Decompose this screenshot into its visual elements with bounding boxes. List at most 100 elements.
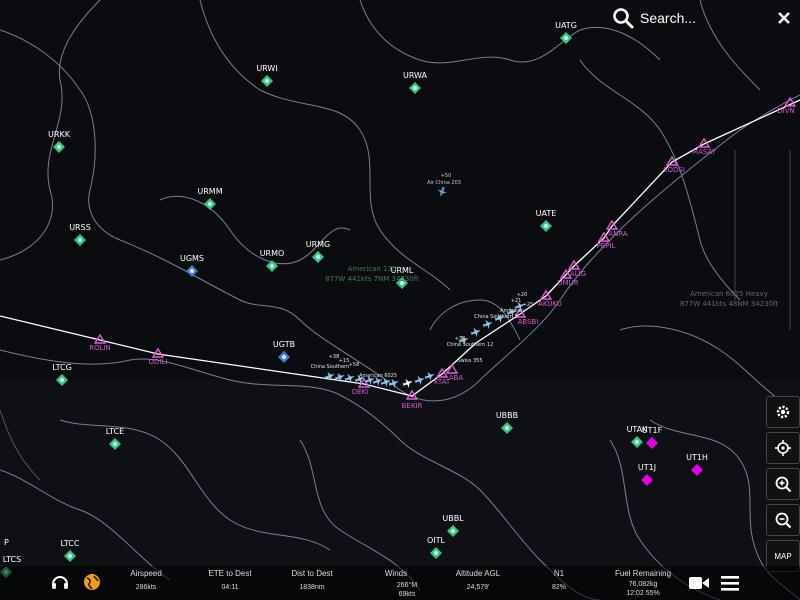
- map-button-label: MAP: [774, 551, 792, 561]
- airport-label: URWI: [256, 64, 277, 73]
- crosshair-icon: [775, 440, 791, 456]
- waypoint-label: BEKIR: [402, 402, 423, 410]
- traffic-label: China Southern: [311, 364, 350, 370]
- waypoint-label: AKUKU: [538, 300, 562, 308]
- traffic-callsign: American 135: [348, 265, 397, 273]
- edge-waypoint-label: P: [4, 538, 9, 547]
- airport-center-dot: [543, 223, 549, 229]
- airport-label: URSS: [69, 223, 91, 232]
- traffic-label: +21: [511, 298, 522, 304]
- traffic-label: China Southern 1: [474, 314, 517, 320]
- stat-dist: Dist to Dest 1838nm: [284, 569, 340, 592]
- airport-center-dot: [450, 528, 456, 534]
- stat-value: 266°M 69kts: [396, 582, 418, 598]
- stat-value: 04:11: [221, 584, 239, 591]
- airport-center-dot: [433, 550, 439, 556]
- stat-value: 24,579': [466, 584, 490, 591]
- airport-center-dot: [281, 354, 287, 360]
- airport-label: LTCE: [106, 427, 124, 436]
- waypoint-label: DIVN: [777, 107, 794, 115]
- map-tools: MAP: [766, 396, 800, 576]
- airport-center-dot: [412, 85, 418, 91]
- search-bar[interactable]: Search...: [612, 4, 752, 32]
- airport-center-dot: [264, 78, 270, 84]
- airport-label: LTCC: [61, 539, 80, 548]
- airport-center-dot: [189, 268, 195, 274]
- traffic-label: +58: [349, 362, 360, 368]
- gear-icon: [776, 405, 790, 419]
- center-button[interactable]: [766, 432, 800, 464]
- airport-label: UT1J: [638, 463, 656, 472]
- airport-label: UATE: [536, 209, 557, 218]
- camera-button[interactable]: [688, 575, 710, 595]
- globe-icon: [84, 574, 100, 590]
- search-placeholder: Search...: [640, 10, 697, 26]
- video-camera-icon: [689, 577, 709, 589]
- traffic-label: China Southern 12: [447, 342, 494, 348]
- airport-label: URMO: [260, 249, 285, 258]
- waypoint-label: MASAY: [692, 148, 717, 156]
- zoom-in-button[interactable]: [766, 468, 800, 500]
- settings-button[interactable]: [766, 396, 800, 428]
- waypoint-label: DEKI: [352, 388, 368, 396]
- stat-label: Fuel Remaining: [614, 569, 672, 578]
- airport-label: UGTB: [273, 340, 295, 349]
- airport-label: LTCG: [52, 363, 72, 372]
- airport-center-dot: [504, 425, 510, 431]
- airport-label: UATG: [555, 21, 577, 30]
- zoom-in-icon: [775, 476, 792, 493]
- search-icon: [613, 8, 634, 29]
- stat-label: N1: [553, 569, 565, 578]
- airport-center-dot: [315, 254, 321, 260]
- airport-label: URMG: [306, 240, 331, 249]
- traffic-label: +30: [455, 336, 466, 342]
- stat-value: 286kts: [135, 584, 157, 591]
- airport-label: UBBL: [442, 514, 464, 523]
- traffic-info: 877W 441kts 7NM 34230ft: [325, 275, 419, 283]
- zoom-out-button[interactable]: [766, 504, 800, 536]
- headset-icon: [52, 576, 68, 589]
- map-canvas[interactable]: UATGURWIURWAURKKURMMURSSUGMSURMOURMGURML…: [0, 0, 800, 600]
- stat-fuel: Fuel Remaining 76,082kg 12:02 55%: [608, 569, 678, 598]
- airport-center-dot: [67, 553, 73, 559]
- waypoint-label: ODILI: [149, 358, 168, 366]
- stat-ete: ETE to Dest 04:11: [202, 569, 258, 592]
- airport-center-dot: [563, 35, 569, 41]
- airport-center-dot: [77, 237, 83, 243]
- traffic-label: Swiss 355: [458, 358, 483, 364]
- airport-center-dot: [207, 201, 213, 207]
- traffic-altitude: +50: [441, 173, 452, 179]
- stat-label: Airspeed: [130, 569, 162, 578]
- close-icon: [778, 12, 790, 24]
- airport-label: UT1H: [686, 453, 708, 462]
- stat-value: 1838nm: [299, 584, 325, 591]
- waypoint-label: ROLIN: [89, 344, 111, 352]
- stat-label: Dist to Dest: [291, 569, 333, 578]
- airport-label: URMM: [197, 187, 222, 196]
- traffic-label: American 6025: [359, 373, 397, 379]
- waypoint-label: PEPIL: [597, 242, 616, 250]
- airport-label: LTCS: [3, 555, 21, 564]
- stat-altitude: Altitude AGL 24,579': [448, 569, 508, 592]
- close-button[interactable]: [772, 6, 796, 30]
- stat-label: Altitude AGL: [455, 569, 501, 578]
- traffic-label: +25: [523, 302, 534, 308]
- traffic-callsign: Air China 203: [427, 180, 461, 186]
- status-bar: Airspeed 286kts ETE to Dest 04:11 Dist t…: [0, 566, 800, 600]
- traffic-info: 877W 441kts 48NM 34230ft: [680, 300, 779, 308]
- airport-label: UBBB: [496, 411, 518, 420]
- stat-value: 76,082kg 12:02 55%: [626, 581, 660, 597]
- airport-center-dot: [634, 439, 640, 445]
- waypoint-label: UMUR: [557, 279, 578, 287]
- menu-button[interactable]: [720, 574, 740, 596]
- headset-button[interactable]: [50, 572, 70, 596]
- airport-center-dot: [56, 144, 62, 150]
- stat-airspeed: Airspeed 286kts: [120, 569, 172, 592]
- airport-label: URKK: [48, 130, 71, 139]
- stat-label: ETE to Dest: [208, 569, 252, 578]
- airport-center-dot: [112, 441, 118, 447]
- waypoint-label: ABA: [449, 374, 464, 382]
- globe-button[interactable]: [82, 572, 102, 596]
- waypoint-label: ALIG: [570, 270, 586, 278]
- hamburger-menu-icon: [721, 576, 739, 591]
